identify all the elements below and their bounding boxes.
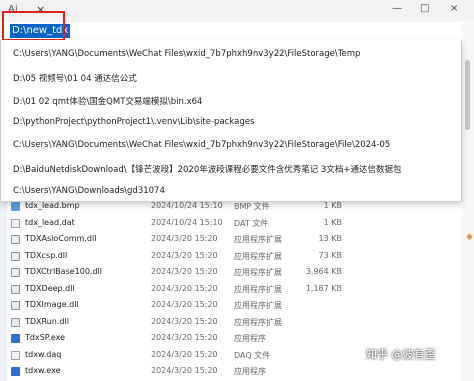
file-row[interactable]: TDXImage.dll 2024/3/20 15:20 应用程序扩展 — [0, 298, 462, 313]
file-size: 3,964 KB — [305, 267, 342, 276]
dll-file-icon — [11, 285, 20, 294]
dll-file-icon — [11, 301, 20, 310]
file-name: TdxSP.exe — [25, 333, 66, 342]
dll-file-icon — [11, 318, 20, 327]
file-type: 应用程序扩展 — [234, 252, 282, 261]
file-row[interactable]: TDXDeep.dll 2024/3/20 15:20 应用程序扩展 1,187 KB — [0, 282, 462, 297]
file-type: BMP 文件 — [234, 202, 270, 211]
file-date: 2024/3/20 15:20 — [151, 317, 218, 326]
dll-file-icon — [11, 268, 20, 277]
file-size: 1 KB — [323, 218, 342, 227]
file-date: 2024/3/20 15:20 — [151, 366, 218, 375]
file-row[interactable]: TDXAsioComm.dll 2024/3/20 15:20 应用程序扩展 13 K… — [0, 232, 462, 247]
file-size: 73 KB — [318, 251, 342, 260]
address-bar[interactable]: D:\new_tdx — [0, 22, 462, 42]
pin-icon: ◆ — [466, 232, 473, 242]
bmp-file-icon — [11, 202, 20, 211]
file-name: TDXAsioComm.dll — [25, 234, 97, 243]
file-name: TDXCtrlBase100.dll — [25, 267, 102, 276]
dll-file-icon — [11, 252, 20, 261]
file-date: 2024/3/20 15:20 — [151, 251, 218, 260]
suggestion-item[interactable]: C:\Users\YANG\Documents\WeChat Files\wxi… — [13, 140, 390, 150]
maximize-icon[interactable]: □ — [420, 3, 429, 14]
file-row[interactable]: tdxw.exe 2024/3/20 15:20 应用程序 — [0, 364, 462, 379]
file-type: DAT 文件 — [234, 219, 269, 228]
suggestion-item[interactable]: D:\BaiduNetdiskDownload\【锋芒波段】2020年波段课程必… — [13, 163, 401, 175]
suggestion-item[interactable]: C:\Users\YANG\Downloads\gd31074 — [13, 186, 165, 196]
file-date: 2024/3/20 15:20 — [151, 350, 218, 359]
file-name: tdx_lead.dat — [25, 218, 75, 227]
file-date: 2024/10/24 15:10 — [151, 201, 223, 210]
file-name: tdx_lead.bmp — [25, 201, 80, 210]
file-name: TDXImage.dll — [25, 300, 79, 309]
close-icon[interactable]: × — [450, 3, 458, 14]
file-name: TDXDeep.dll — [25, 284, 75, 293]
exe-file-icon — [11, 334, 20, 343]
suggestion-item[interactable]: D:\05 视频号\01 04 通达信公式 — [13, 72, 137, 84]
file-date: 2024/3/20 15:20 — [151, 284, 218, 293]
file-type: 应用程序 — [234, 367, 266, 376]
file-type: DAQ 文件 — [234, 351, 271, 360]
file-date: 2024/3/20 15:20 — [151, 234, 218, 243]
file-type: 应用程序 — [234, 334, 266, 343]
file-row[interactable]: TdxSP.exe 2024/3/20 15:20 应用程序 — [0, 331, 462, 346]
suggestion-item[interactable]: D:\pythonProject\pythonProject1\.venv\Li… — [13, 117, 254, 127]
file-row[interactable]: TDXcsp.dll 2024/3/20 15:20 应用程序扩展 73 KB — [0, 249, 462, 264]
file-size: 13 KB — [318, 234, 342, 243]
file-name: tdxw.exe — [25, 366, 61, 375]
file-size: 1,187 KB — [305, 284, 342, 293]
file-name: tdxw.daq — [25, 350, 62, 359]
dat-file-icon — [11, 219, 20, 228]
file-size: 1 KB — [323, 201, 342, 210]
file-row[interactable]: TDXRun.dll 2024/3/20 15:20 应用程序扩展 — [0, 315, 462, 330]
address-suggestions: C:\Users\YANG\Documents\WeChat Files\wxi… — [0, 40, 462, 202]
file-type: 应用程序扩展 — [234, 235, 282, 244]
daq-file-icon — [11, 351, 20, 360]
file-date: 2024/3/20 15:20 — [151, 333, 218, 342]
file-date: 2024/10/24 15:10 — [151, 218, 223, 227]
suggestion-item[interactable]: C:\Users\YANG\Documents\WeChat Files\wxi… — [13, 49, 360, 59]
file-row[interactable]: tdx_lead.dat 2024/10/24 15:10 DAT 文件 1 KB — [0, 216, 462, 231]
file-row[interactable]: TDXCtrlBase100.dll 2024/3/20 15:20 应用程序扩展 3… — [0, 265, 462, 280]
file-name: TDXRun.dll — [25, 317, 69, 326]
highlight-box — [2, 11, 65, 41]
scrollbar-thumb[interactable] — [465, 60, 470, 130]
dll-file-icon — [11, 235, 20, 244]
file-type: 应用程序扩展 — [234, 301, 282, 310]
watermark: 知乎 @波有歪 — [366, 348, 436, 361]
exe-file-icon — [11, 367, 20, 376]
title-bar: Ai × — □ × — [0, 0, 474, 22]
file-type: 应用程序扩展 — [234, 268, 282, 277]
file-name: TDXcsp.dll — [25, 251, 68, 260]
file-type: 应用程序扩展 — [234, 318, 282, 327]
file-date: 2024/3/20 15:20 — [151, 300, 218, 309]
file-type: 应用程序扩展 — [234, 285, 282, 294]
minimize-icon[interactable]: — — [392, 3, 402, 14]
file-date: 2024/3/20 15:20 — [151, 267, 218, 276]
suggestion-item[interactable]: D:\01 02 qmt体验\国金QMT交易端模拟\bin.x64 — [13, 95, 202, 107]
